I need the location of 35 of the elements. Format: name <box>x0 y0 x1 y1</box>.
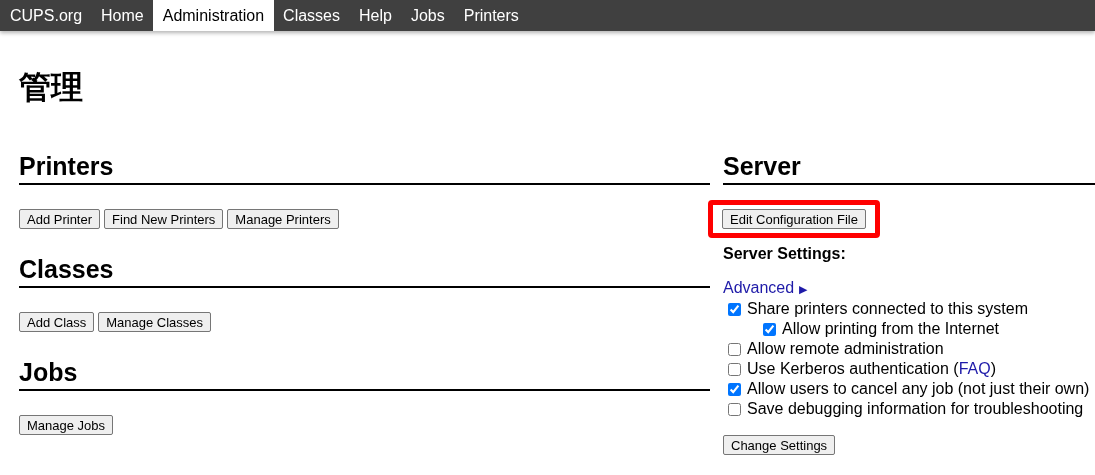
section-heading: Jobs <box>19 358 710 391</box>
checkbox-label: Share printers connected to this system <box>747 300 1029 318</box>
checkbox[interactable] <box>728 342 741 356</box>
nav-tab[interactable]: Printers <box>454 0 529 31</box>
checkbox-label: Allow printing from the Internet <box>782 320 999 338</box>
section-heading: Server <box>723 152 1095 185</box>
faq-link[interactable]: FAQ <box>958 360 991 377</box>
section-heading: Printers <box>19 152 710 185</box>
checkbox-label: Use Kerberos authentication (FAQ) <box>747 360 996 378</box>
checkbox[interactable] <box>728 302 741 316</box>
action-button[interactable]: Find New Printers <box>104 209 224 229</box>
advanced-link[interactable]: Advanced ▶ <box>723 278 1095 299</box>
nav-tab[interactable]: CUPS.org <box>0 0 92 31</box>
action-button[interactable]: Manage Jobs <box>19 415 114 435</box>
checkbox-label: Allow remote administration <box>747 340 944 358</box>
settings-label: Server Settings: <box>723 244 847 264</box>
page-title: 管理 <box>19 68 84 107</box>
nav-tab[interactable]: Classes <box>273 0 350 31</box>
checkbox[interactable] <box>728 362 741 376</box>
nav-tab[interactable]: Home <box>91 0 154 31</box>
checkbox[interactable] <box>763 322 776 336</box>
section-heading: Classes <box>19 255 710 288</box>
nav-tab[interactable]: Help <box>349 0 402 31</box>
checkbox-label: Allow users to cancel any job (not just their own) <box>747 380 1090 398</box>
action-button[interactable]: Add Printer <box>19 209 101 229</box>
checkbox[interactable] <box>728 382 741 396</box>
nav-tab[interactable]: Administration <box>153 0 274 31</box>
checkbox-label: Save debugging information for troubleshooting <box>747 400 1084 418</box>
action-button[interactable]: Add Class <box>19 312 95 332</box>
action-button[interactable]: Manage Printers <box>227 209 339 229</box>
action-button[interactable]: Manage Classes <box>98 312 212 332</box>
checkbox[interactable] <box>728 402 741 416</box>
edit-config-button[interactable]: Edit Configuration File <box>722 209 866 229</box>
nav-tab[interactable]: Jobs <box>401 0 455 31</box>
change-settings-button[interactable]: Change Settings <box>723 435 836 455</box>
